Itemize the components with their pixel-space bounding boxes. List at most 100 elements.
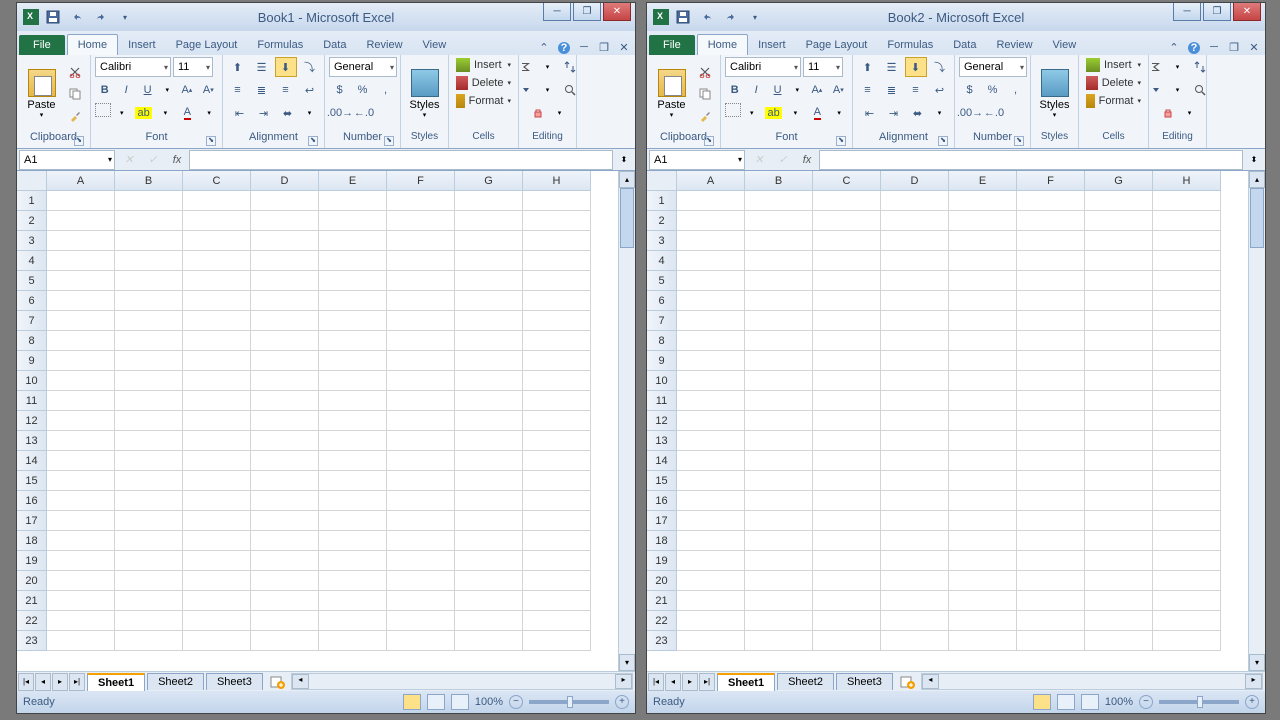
cell[interactable] [1153,351,1221,371]
cell[interactable] [115,471,183,491]
cell[interactable] [319,291,387,311]
row-header-21[interactable]: 21 [17,591,47,611]
cell[interactable] [1017,471,1085,491]
maximize-button[interactable]: ❐ [573,3,601,21]
tab-page-layout[interactable]: Page Layout [166,35,248,55]
cell[interactable] [745,291,813,311]
number-launcher[interactable]: ⬊ [1014,136,1024,146]
cell[interactable] [1017,251,1085,271]
cell[interactable] [1017,191,1085,211]
row-header-11[interactable]: 11 [647,391,677,411]
cell[interactable] [745,571,813,591]
cell[interactable] [745,611,813,631]
increase-indent-button[interactable]: ⇥ [883,103,905,123]
row-header-9[interactable]: 9 [17,351,47,371]
last-sheet-button[interactable]: ▸| [699,673,715,691]
cell[interactable] [115,291,183,311]
cell[interactable] [813,531,881,551]
sheet-tab-sheet2[interactable]: Sheet2 [147,673,204,690]
cell[interactable] [183,331,251,351]
cell[interactable] [1153,371,1221,391]
cell[interactable] [183,511,251,531]
cell[interactable] [881,371,949,391]
column-header-g[interactable]: G [455,171,523,191]
font-color-button[interactable]: A [176,103,198,123]
cell[interactable] [523,631,591,651]
column-header-e[interactable]: E [319,171,387,191]
workbook-close[interactable]: ✕ [617,41,631,55]
cell[interactable] [523,511,591,531]
cell[interactable] [455,511,523,531]
cell[interactable] [523,331,591,351]
cell[interactable] [523,231,591,251]
cell[interactable] [47,291,115,311]
cell[interactable] [1085,331,1153,351]
cell[interactable] [1085,251,1153,271]
cell[interactable] [677,351,745,371]
row-header-17[interactable]: 17 [647,511,677,531]
align-center-button[interactable]: ≣ [251,80,273,100]
row-header-13[interactable]: 13 [17,431,47,451]
cell[interactable] [387,311,455,331]
cell[interactable] [387,591,455,611]
cell[interactable] [47,391,115,411]
cell[interactable] [115,551,183,571]
cell[interactable] [1085,511,1153,531]
font-size-combo[interactable]: 11▾ [173,57,213,77]
cell[interactable] [251,531,319,551]
cell[interactable] [745,211,813,231]
cell[interactable] [745,271,813,291]
delete-cells-button[interactable]: Delete▾ [453,75,514,91]
cell[interactable] [1017,411,1085,431]
zoom-slider-knob[interactable] [567,696,573,708]
find-select-button[interactable] [559,80,581,100]
fill-button[interactable] [1145,80,1167,100]
cell[interactable] [881,351,949,371]
cell[interactable] [1085,231,1153,251]
cell[interactable] [1085,631,1153,651]
column-header-f[interactable]: F [1017,171,1085,191]
font-size-combo[interactable]: 11▾ [803,57,843,77]
scroll-down-arrow[interactable]: ▾ [1249,654,1265,671]
cell[interactable] [677,291,745,311]
cell[interactable] [251,231,319,251]
cell[interactable] [813,271,881,291]
row-header-22[interactable]: 22 [647,611,677,631]
cell-grid[interactable] [677,191,1248,671]
cell[interactable] [1017,451,1085,471]
page-break-view-button[interactable] [451,694,469,710]
new-sheet-button[interactable] [897,674,919,690]
cell[interactable] [745,331,813,351]
row-header-16[interactable]: 16 [647,491,677,511]
row-header-2[interactable]: 2 [647,211,677,231]
cell[interactable] [1153,511,1221,531]
cell[interactable] [813,471,881,491]
cell[interactable] [881,211,949,231]
cell[interactable] [949,311,1017,331]
paste-button[interactable]: Paste▾ [21,62,62,126]
align-bottom-button[interactable]: ⬇ [905,57,927,77]
cell[interactable] [1085,611,1153,631]
first-sheet-button[interactable]: |◂ [648,673,664,691]
cell[interactable] [1017,631,1085,651]
excel-app-icon[interactable] [653,9,669,25]
cell[interactable] [319,471,387,491]
cell[interactable] [523,551,591,571]
cell[interactable] [251,431,319,451]
cell[interactable] [47,231,115,251]
cell[interactable] [949,211,1017,231]
cell[interactable] [115,571,183,591]
cell[interactable] [949,231,1017,251]
row-header-1[interactable]: 1 [17,191,47,211]
cell[interactable] [677,511,745,531]
cell[interactable] [523,571,591,591]
cell[interactable] [251,271,319,291]
scroll-up-arrow[interactable]: ▴ [1249,171,1265,188]
cell[interactable] [387,331,455,351]
undo-button[interactable] [697,7,717,27]
enter-formula-icon[interactable]: ✓ [771,150,795,170]
cell[interactable] [523,251,591,271]
cell[interactable] [1017,211,1085,231]
cell[interactable] [455,251,523,271]
cell[interactable] [1153,531,1221,551]
